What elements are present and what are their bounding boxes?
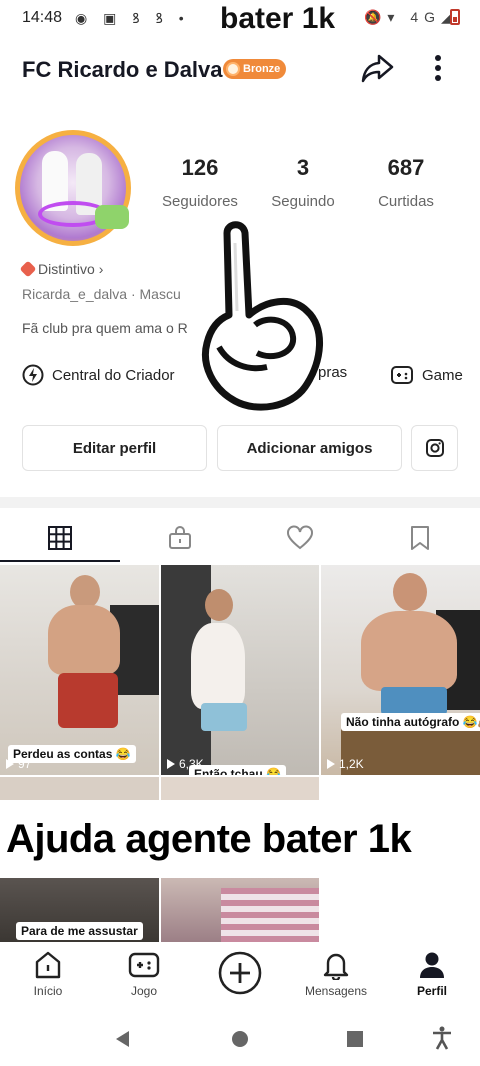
video-views: 97 bbox=[6, 757, 31, 771]
gamepad-icon bbox=[391, 366, 413, 384]
avatar-decoration bbox=[95, 205, 129, 229]
stat-following[interactable]: 3 Seguindo bbox=[248, 155, 358, 210]
nav-messages-label: Mensagens bbox=[304, 984, 368, 998]
creator-center-link[interactable]: Central do Criador bbox=[22, 364, 175, 386]
video-thumbnail[interactable]: 6,3K Então tchau 😂 bbox=[161, 565, 319, 775]
section-divider bbox=[0, 497, 480, 508]
followers-label: Seguidores bbox=[162, 193, 238, 210]
distintivo-label: Distintivo bbox=[38, 261, 95, 277]
nav-game-label: Jogo bbox=[130, 984, 158, 998]
nav-home[interactable]: Início bbox=[0, 950, 96, 998]
video-thumbnail[interactable]: Perdeu as contas 😂 97 bbox=[0, 565, 159, 775]
signal-icons: 🔕▾ 4G◢ bbox=[364, 9, 458, 25]
video-thumbnail[interactable] bbox=[161, 878, 319, 942]
home-icon bbox=[35, 951, 61, 979]
tab-videos[interactable] bbox=[0, 516, 120, 560]
game-label: Game bbox=[422, 366, 463, 384]
tab-saved[interactable] bbox=[360, 516, 480, 560]
video-thumbnail[interactable]: Para de me assustar bbox=[0, 878, 159, 942]
nav-game[interactable]: Jogo bbox=[96, 950, 192, 998]
home-button-icon[interactable] bbox=[231, 1030, 249, 1048]
game-link[interactable]: Game bbox=[390, 364, 463, 386]
video-caption: Para de me assustar bbox=[16, 922, 143, 940]
chevron-right-icon: › bbox=[98, 261, 104, 277]
nav-home-label: Início bbox=[33, 984, 63, 998]
share-arrow-icon bbox=[361, 54, 394, 83]
profile-handle: Ricarda_e_dalva · Mascu bbox=[22, 286, 181, 302]
share-button[interactable] bbox=[358, 48, 398, 88]
stat-likes[interactable]: 687 Curtidas bbox=[351, 155, 461, 210]
back-icon[interactable] bbox=[113, 1029, 133, 1049]
likes-label: Curtidas bbox=[378, 193, 434, 210]
notification-icons: ◉ ▣ ꝸ ꝸ • bbox=[75, 10, 190, 26]
tab-liked[interactable] bbox=[240, 516, 360, 560]
edit-profile-button[interactable]: Editar perfil bbox=[22, 425, 207, 471]
creator-center-label: Central do Criador bbox=[52, 366, 175, 384]
recents-icon[interactable] bbox=[346, 1030, 364, 1048]
bronze-badge[interactable]: Bronze bbox=[223, 59, 287, 79]
battery-icon bbox=[450, 9, 460, 25]
person-icon bbox=[420, 952, 444, 978]
status-bar: 14:48 ◉ ▣ ꝸ ꝸ • bater 1k 🔕▾ 4G◢ bbox=[0, 0, 480, 36]
nav-messages[interactable]: Mensagens bbox=[288, 950, 384, 998]
nav-profile[interactable]: Perfil bbox=[384, 950, 480, 998]
instagram-icon bbox=[425, 439, 444, 457]
accessibility-icon[interactable] bbox=[431, 1026, 453, 1050]
bell-icon bbox=[323, 953, 349, 980]
more-menu-button[interactable] bbox=[418, 48, 458, 88]
profile-title: FC Ricardo e Dalva bbox=[22, 57, 223, 82]
tab-indicator bbox=[0, 560, 120, 562]
video-views: 1,2K bbox=[327, 757, 364, 771]
gamepad-icon bbox=[128, 952, 160, 978]
followers-count: 126 bbox=[181, 155, 219, 180]
following-count: 3 bbox=[296, 155, 310, 180]
grid-icon bbox=[48, 526, 72, 550]
tab-private[interactable] bbox=[120, 516, 240, 560]
lightning-icon bbox=[22, 364, 44, 386]
plus-circle-icon bbox=[218, 951, 262, 995]
pointing-hand-illustration bbox=[202, 221, 323, 411]
video-thumbnail[interactable] bbox=[0, 777, 159, 800]
following-label: Seguindo bbox=[271, 193, 335, 210]
lock-bag-icon bbox=[169, 526, 191, 549]
heart-icon bbox=[287, 525, 313, 550]
bookmark-icon bbox=[411, 526, 429, 550]
system-nav-bar bbox=[0, 1010, 480, 1066]
distintivo-link[interactable]: Distintivo › bbox=[19, 260, 104, 278]
nav-profile-label: Perfil bbox=[416, 984, 447, 998]
more-vertical-icon bbox=[435, 55, 441, 81]
profile-bio: Fã club pra quem ama o R bbox=[22, 320, 188, 336]
badge-icon bbox=[226, 62, 240, 76]
video-caption: Não tinha autógrafo 😂🙈 bbox=[341, 713, 480, 731]
distintivo-icon bbox=[19, 260, 37, 278]
add-friends-button[interactable]: Adicionar amigos bbox=[217, 425, 402, 471]
likes-count: 687 bbox=[387, 155, 425, 180]
badge-label: Bronze bbox=[243, 63, 281, 75]
video-caption: Então tchau 😂 bbox=[189, 765, 286, 775]
overlay-banner-text: Ajuda agente bater 1k bbox=[6, 817, 412, 861]
network-label: 4G bbox=[410, 9, 442, 25]
video-thumbnail[interactable]: Não tinha autógrafo 😂🙈 1,2K bbox=[321, 565, 480, 775]
stat-followers[interactable]: 126 Seguidores bbox=[145, 155, 255, 210]
video-thumbnail[interactable] bbox=[161, 777, 319, 800]
overlay-text-top: bater 1k bbox=[220, 2, 336, 35]
status-time: 14:48 bbox=[22, 9, 63, 26]
instagram-button[interactable] bbox=[411, 425, 458, 471]
nav-create[interactable] bbox=[192, 950, 288, 996]
